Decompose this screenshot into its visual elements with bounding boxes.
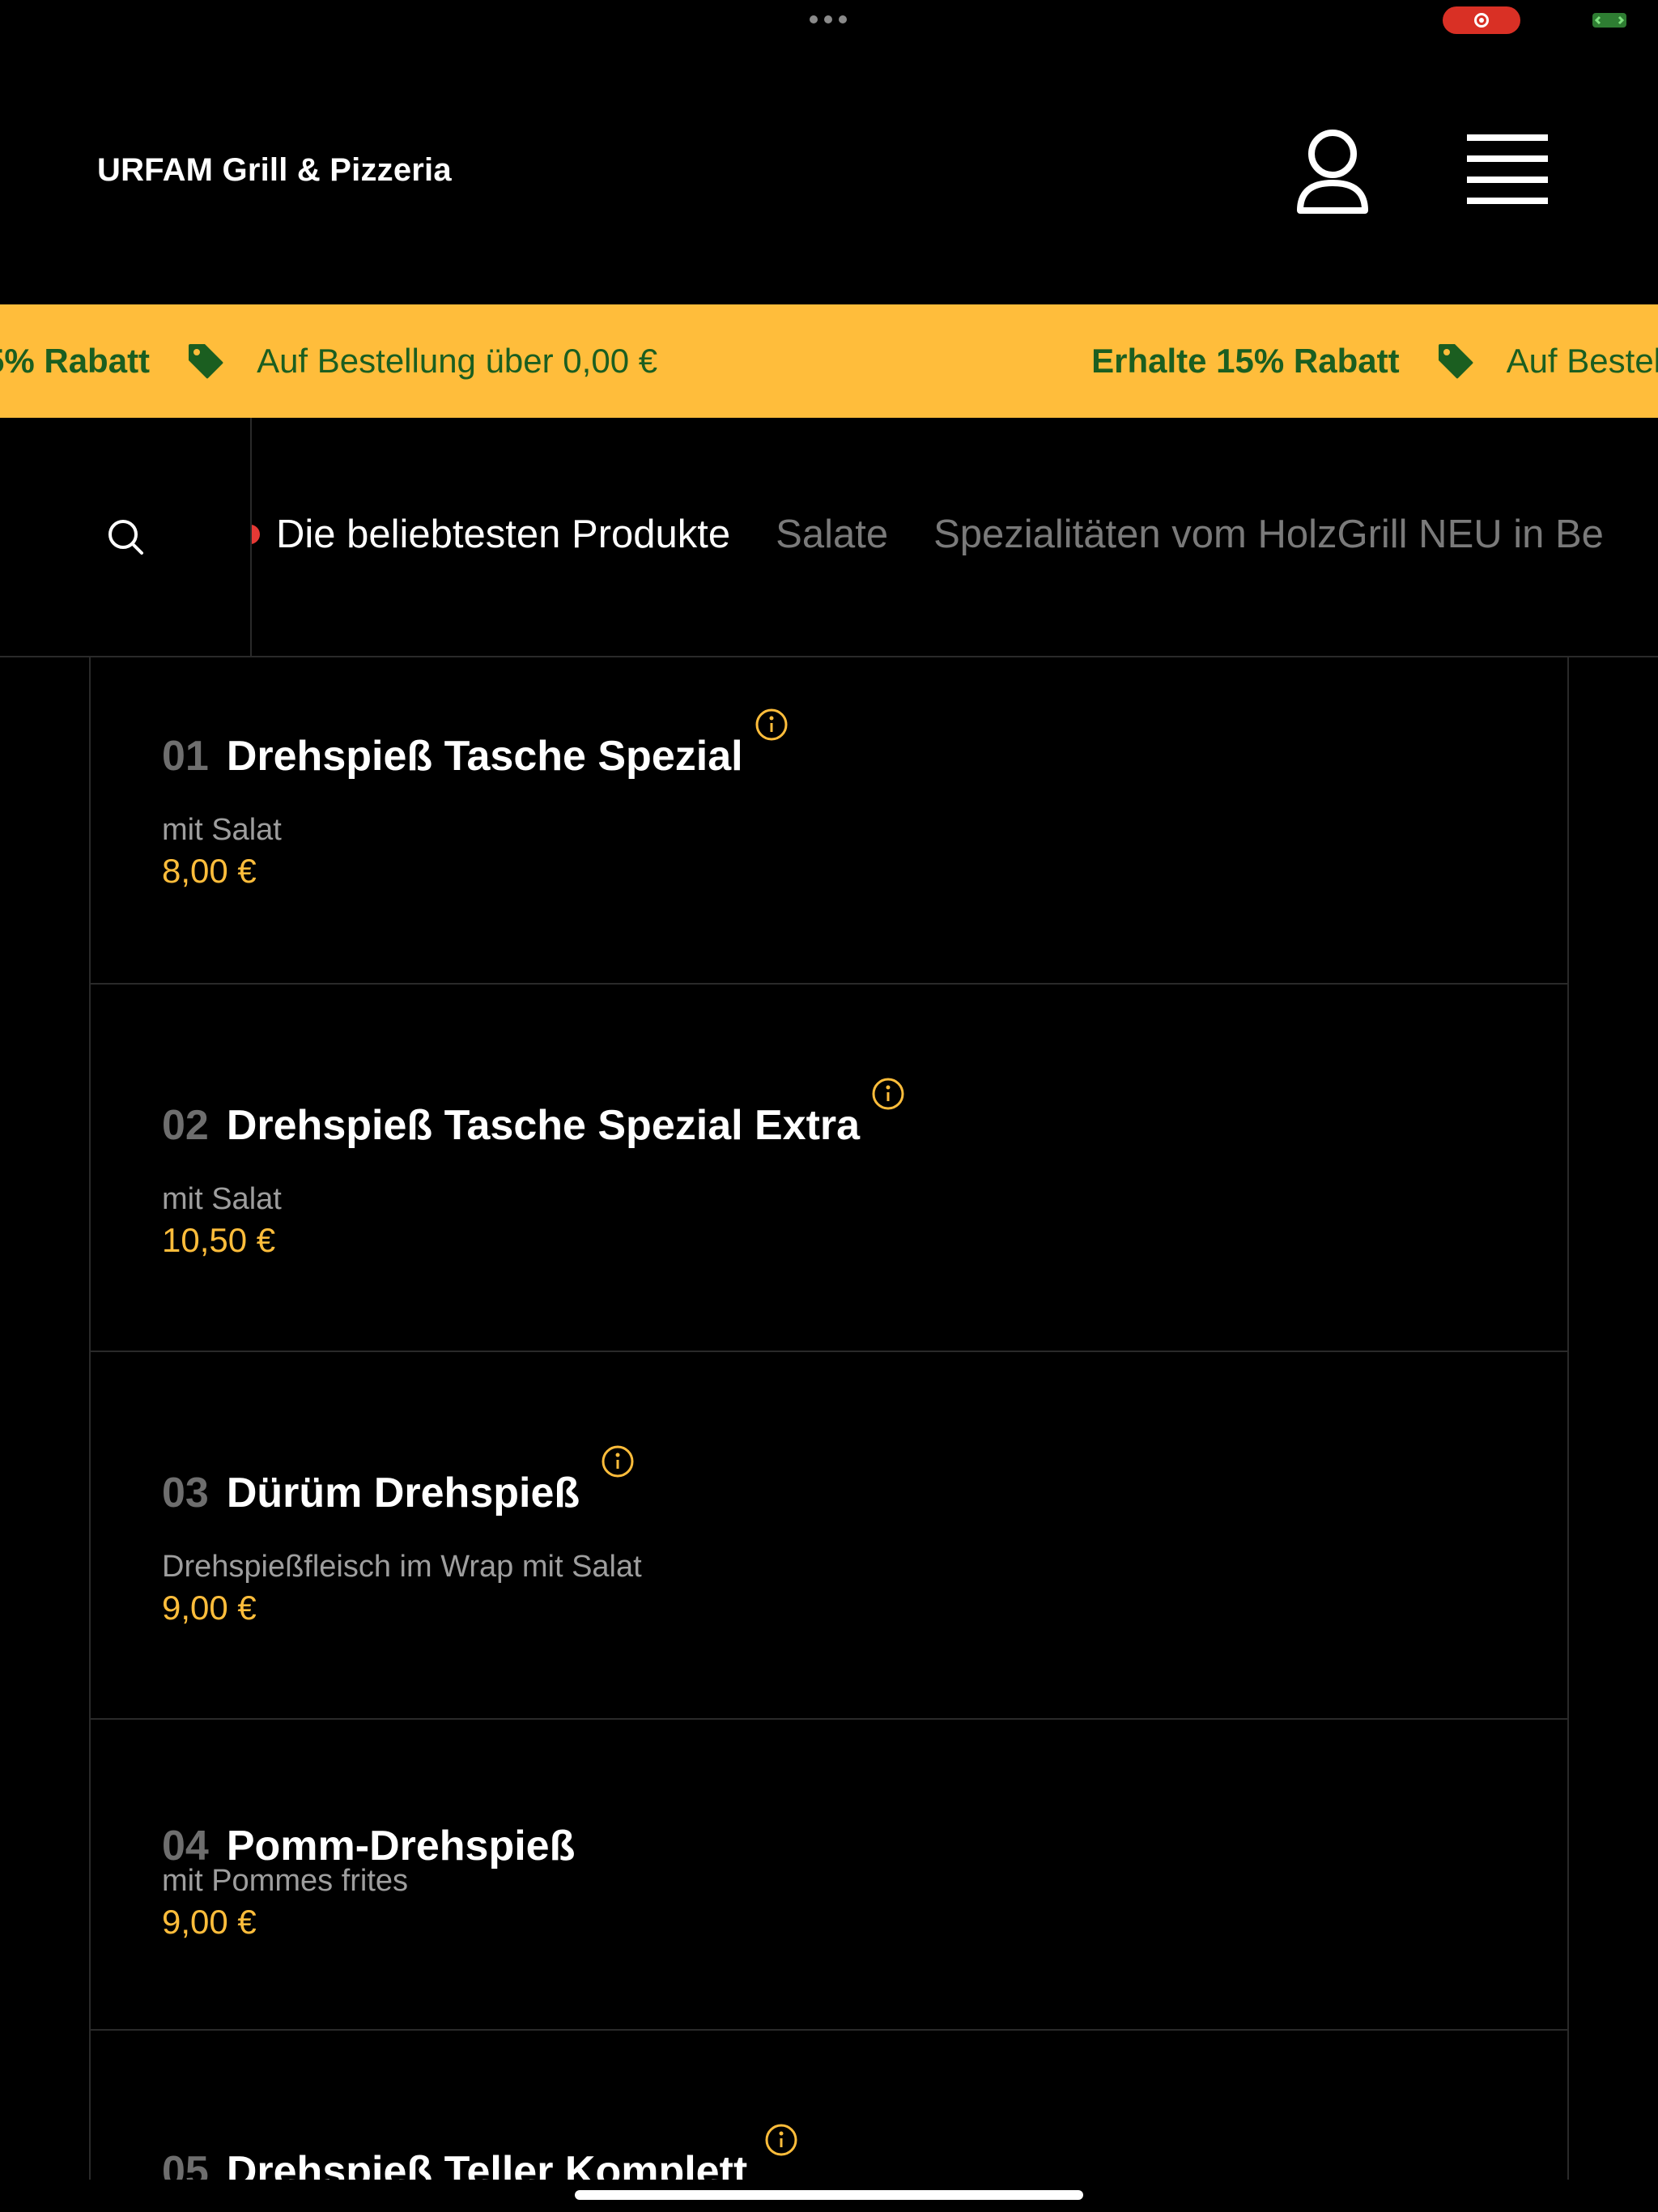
tab-die-beliebtesten-produkte[interactable]: Die beliebtesten Produkte — [276, 512, 730, 557]
product-description: mit Pommes frites — [162, 1864, 409, 1898]
product-price: 9,00 € — [162, 1903, 257, 1941]
product-price: 9,00 € — [162, 1589, 257, 1627]
product-name: Drehspieß Tasche Spezial — [226, 733, 743, 780]
product-card[interactable]: 02 Drehspieß Tasche Spezial Extra mit Sa… — [91, 985, 1567, 1352]
site-header: URFAM Grill & Pizzeria — [0, 81, 1658, 264]
product-card[interactable]: 03 Dürüm Drehspieß Drehspießfleisch im W… — [91, 1352, 1567, 1720]
app-screen: URFAM Grill & Pizzeria 5% Rabatt Auf Bes… — [0, 0, 1658, 2212]
product-number: 02 — [162, 1102, 209, 1149]
tab-salate[interactable]: Salate — [776, 512, 888, 557]
tag-icon — [189, 344, 223, 379]
promo-condition: Auf Bestell — [1506, 342, 1658, 380]
promo-banner: 5% Rabatt Auf Bestellung über 0,00 € Erh… — [0, 304, 1658, 418]
product-number: 03 — [162, 1470, 209, 1516]
info-icon[interactable] — [764, 2123, 798, 2157]
product-name: Drehspieß Teller Komplett — [226, 2148, 748, 2180]
screen-recording-indicator[interactable] — [1443, 6, 1520, 34]
active-category-indicator — [252, 525, 260, 544]
user-account-icon[interactable] — [1294, 126, 1371, 215]
restaurant-name[interactable]: URFAM Grill & Pizzeria — [97, 152, 452, 189]
info-icon[interactable] — [601, 1444, 635, 1478]
search-button[interactable] — [0, 418, 252, 656]
multitasking-dots[interactable] — [810, 11, 848, 28]
tab-spezialitaeten-holzgrill[interactable]: Spezialitäten vom HolzGrill NEU in Be — [933, 512, 1604, 557]
promo-condition: Auf Bestellung über 0,00 € — [257, 342, 658, 380]
product-description: mit Salat — [162, 1182, 282, 1216]
promo-discount: Erhalte 15% Rabatt — [1091, 342, 1400, 380]
product-name: Pomm-Drehspieß — [226, 1823, 576, 1870]
search-icon — [108, 520, 143, 555]
product-name: Dürüm Drehspieß — [226, 1470, 580, 1516]
product-price: 8,00 € — [162, 852, 257, 890]
product-card[interactable]: 05 Drehspieß Teller Komplett — [91, 2031, 1567, 2180]
promo-marquee: 5% Rabatt Auf Bestellung über 0,00 € Erh… — [0, 304, 1658, 418]
info-icon[interactable] — [871, 1077, 905, 1111]
product-description: Drehspießfleisch im Wrap mit Salat — [162, 1550, 642, 1584]
promo-discount: 5% Rabatt — [0, 342, 151, 380]
category-tabs[interactable]: Die beliebtesten Produkte Salate Spezial… — [252, 418, 1658, 656]
product-price: 10,50 € — [162, 1221, 276, 1259]
product-number: 04 — [162, 1823, 209, 1870]
product-card[interactable]: 04 Pomm-Drehspieß mit Pommes frites 9,00… — [91, 1720, 1567, 2031]
product-card[interactable]: 01 Drehspieß Tasche Spezial mit Salat 8,… — [91, 657, 1567, 985]
hamburger-menu-icon[interactable] — [1467, 134, 1548, 204]
info-icon[interactable] — [755, 708, 789, 742]
product-number: 05 — [162, 2148, 209, 2180]
tag-icon — [1438, 344, 1473, 379]
product-description: mit Salat — [162, 813, 282, 847]
home-indicator[interactable] — [575, 2190, 1083, 2200]
product-number: 01 — [162, 733, 209, 780]
screen-mirroring-icon — [1592, 13, 1626, 28]
product-list: 01 Drehspieß Tasche Spezial mit Salat 8,… — [89, 657, 1569, 2180]
product-name: Drehspieß Tasche Spezial Extra — [226, 1102, 861, 1149]
category-bar: Die beliebtesten Produkte Salate Spezial… — [0, 418, 1658, 657]
